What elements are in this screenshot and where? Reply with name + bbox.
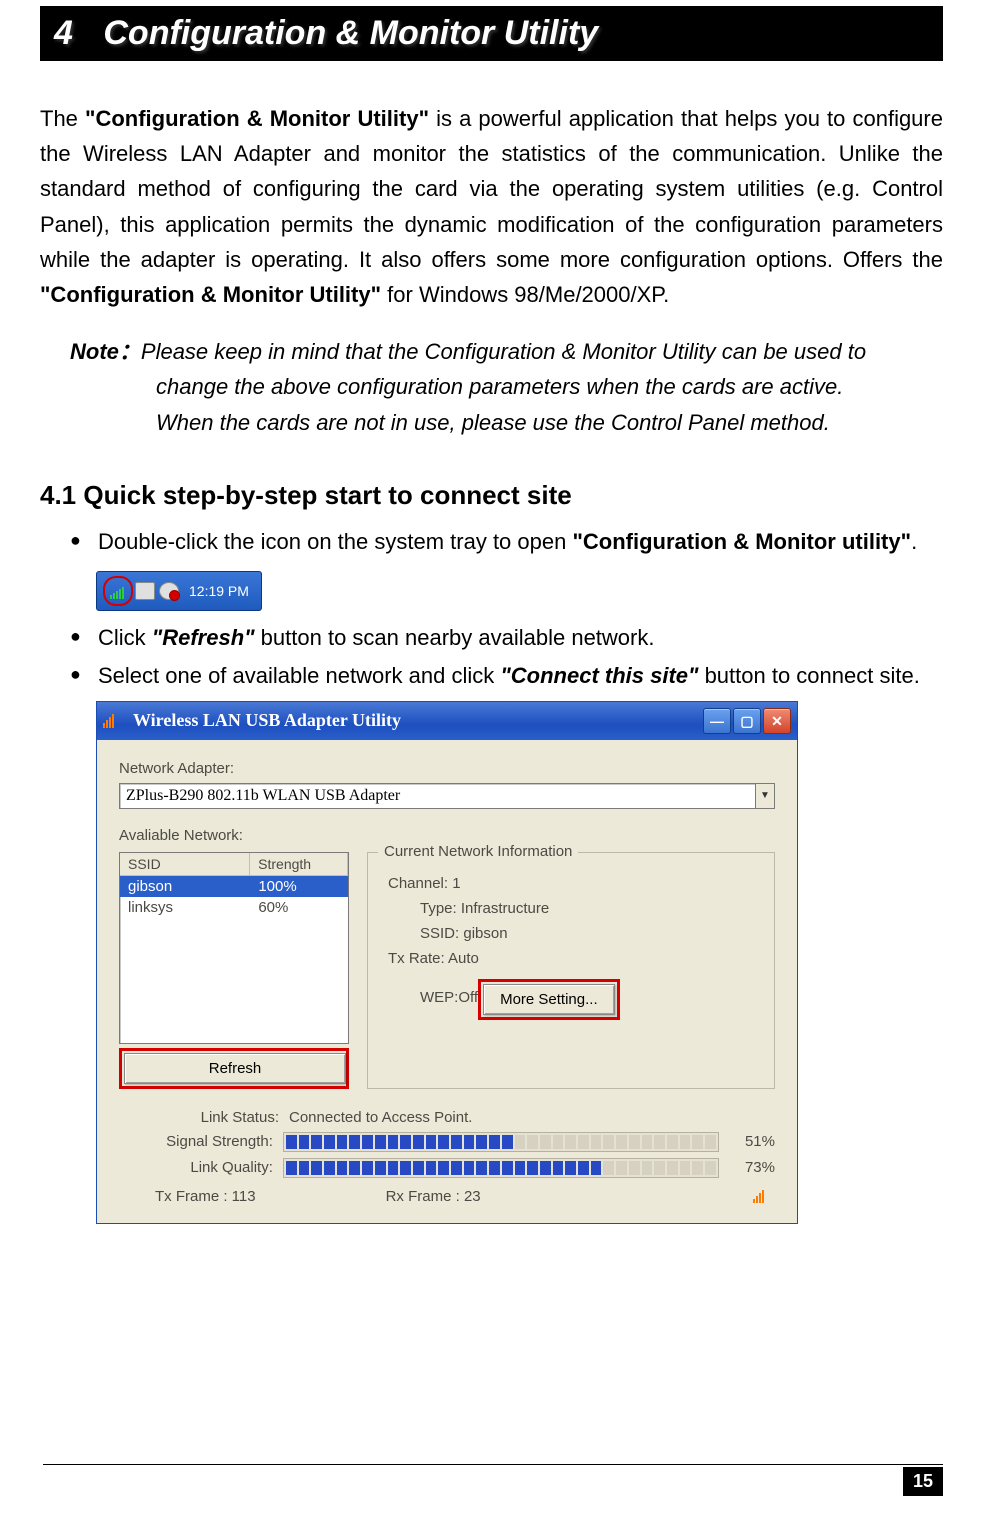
rx-frame-value: 23 (464, 1188, 481, 1205)
maximize-button[interactable]: ▢ (733, 708, 761, 734)
shield-icon[interactable] (135, 582, 155, 600)
network-row[interactable]: gibson100% (120, 876, 348, 897)
ssid-value: gibson (463, 925, 507, 942)
network-ssid: linksys (120, 897, 250, 918)
network-adapter-label: Network Adapter: (119, 760, 775, 777)
bullet3-text: Select one of available network and clic… (98, 663, 500, 688)
note-line3: When the cards are not in use, please us… (156, 405, 943, 440)
window-title: Wireless LAN USB Adapter Utility (133, 710, 401, 731)
note-line2: change the above configuration parameter… (156, 369, 943, 404)
network-error-icon[interactable] (159, 582, 179, 600)
bullet-1: Double-click the icon on the system tray… (70, 525, 943, 559)
link-quality-pct: 73% (719, 1159, 775, 1176)
tray-clock: 12:19 PM (189, 583, 249, 599)
more-setting-highlight: More Setting... (478, 979, 620, 1020)
minimize-button[interactable]: ― (703, 708, 731, 734)
current-network-info-group: Current Network Information Channel: 1 T… (367, 852, 775, 1089)
note-line1: Please keep in mind that the Configurati… (141, 339, 866, 364)
available-network-list[interactable]: SSID Strength gibson100%linksys60% (119, 852, 349, 1044)
bullet2-bold: "Refresh" (152, 625, 255, 650)
page-footer: 15 (903, 1464, 943, 1496)
link-status-value: Connected to Access Point. (289, 1109, 775, 1126)
section-4-1-heading: 4.1 Quick step-by-step start to connect … (40, 480, 943, 511)
intro-paragraph: The "Configuration & Monitor Utility" is… (40, 101, 943, 312)
signal-strength-bar (283, 1132, 719, 1152)
network-row[interactable]: linksys60% (120, 897, 348, 918)
intro-post: for Windows 98/Me/2000/XP. (381, 282, 669, 307)
intro-bold2: "Configuration & Monitor Utility" (40, 282, 381, 307)
network-adapter-value: ZPlus-B290 802.11b WLAN USB Adapter (120, 787, 755, 805)
col-strength-header[interactable]: Strength (250, 853, 348, 875)
txrate-value: Auto (448, 950, 479, 967)
bullet3-tail: button to connect site. (698, 663, 919, 688)
col-ssid-header[interactable]: SSID (120, 853, 250, 875)
intro-pre: The (40, 106, 85, 131)
network-adapter-combo[interactable]: ZPlus-B290 802.11b WLAN USB Adapter ▼ (119, 783, 775, 809)
info-group-title: Current Network Information (378, 843, 578, 860)
signal-strength-label: Signal Strength: (119, 1133, 283, 1150)
tx-frame-value: 113 (232, 1188, 256, 1205)
type-label: Type: (420, 900, 461, 917)
bullet1-tail: . (911, 529, 917, 554)
system-tray: 12:19 PM (96, 571, 262, 611)
bullet1-text: Double-click the icon on the system tray… (98, 529, 572, 554)
bullet2-text: Click (98, 625, 152, 650)
wep-label: WEP: (420, 989, 458, 1006)
available-network-label: Avaliable Network: (119, 827, 775, 844)
link-quality-label: Link Quality: (119, 1159, 283, 1176)
link-status-label: Link Status: (119, 1109, 289, 1126)
link-quality-bar (283, 1158, 719, 1178)
app-icon (103, 712, 123, 730)
close-button[interactable]: ✕ (763, 708, 791, 734)
bullet1-bold: "Configuration & Monitor utility" (572, 529, 911, 554)
tx-frame-label: Tx Frame : (155, 1188, 232, 1205)
page-number: 15 (903, 1467, 943, 1496)
network-strength: 100% (250, 876, 348, 897)
chevron-down-icon[interactable]: ▼ (755, 784, 774, 808)
note-label: Note： (70, 339, 141, 364)
type-value: Infrastructure (461, 900, 549, 917)
rx-frame-label: Rx Frame : (386, 1188, 464, 1205)
signal-strength-pct: 51% (719, 1133, 775, 1150)
channel-value: 1 (452, 875, 460, 892)
bullet-2: Click "Refresh" button to scan nearby av… (70, 621, 943, 655)
bullet3-bold: "Connect this site" (500, 663, 698, 688)
intro-bold1: "Configuration & Monitor Utility" (85, 106, 429, 131)
utility-window: Wireless LAN USB Adapter Utility ― ▢ ✕ N… (96, 701, 798, 1224)
network-strength: 60% (250, 897, 348, 918)
refresh-button[interactable]: Refresh (124, 1053, 346, 1084)
more-setting-button[interactable]: More Setting... (483, 984, 615, 1015)
chapter-title: Configuration & Monitor Utility (77, 14, 598, 52)
channel-label: Channel: (388, 875, 452, 892)
chapter-header: 4 Configuration & Monitor Utility (40, 6, 943, 61)
wep-value: Off (458, 989, 478, 1006)
refresh-highlight: Refresh (119, 1048, 349, 1089)
chapter-number: 4 (54, 14, 73, 52)
bullet2-tail: button to scan nearby available network. (255, 625, 655, 650)
ssid-label: SSID: (420, 925, 463, 942)
utility-tray-icon[interactable] (103, 576, 133, 606)
signal-icon (753, 1189, 769, 1203)
titlebar[interactable]: Wireless LAN USB Adapter Utility ― ▢ ✕ (97, 702, 797, 740)
network-ssid: gibson (120, 876, 250, 897)
txrate-label: Tx Rate: (388, 950, 448, 967)
note-block: Note：Please keep in mind that the Config… (70, 334, 943, 440)
window-client-area: Network Adapter: ZPlus-B290 802.11b WLAN… (97, 740, 797, 1223)
bullet-3: Select one of available network and clic… (70, 659, 943, 693)
